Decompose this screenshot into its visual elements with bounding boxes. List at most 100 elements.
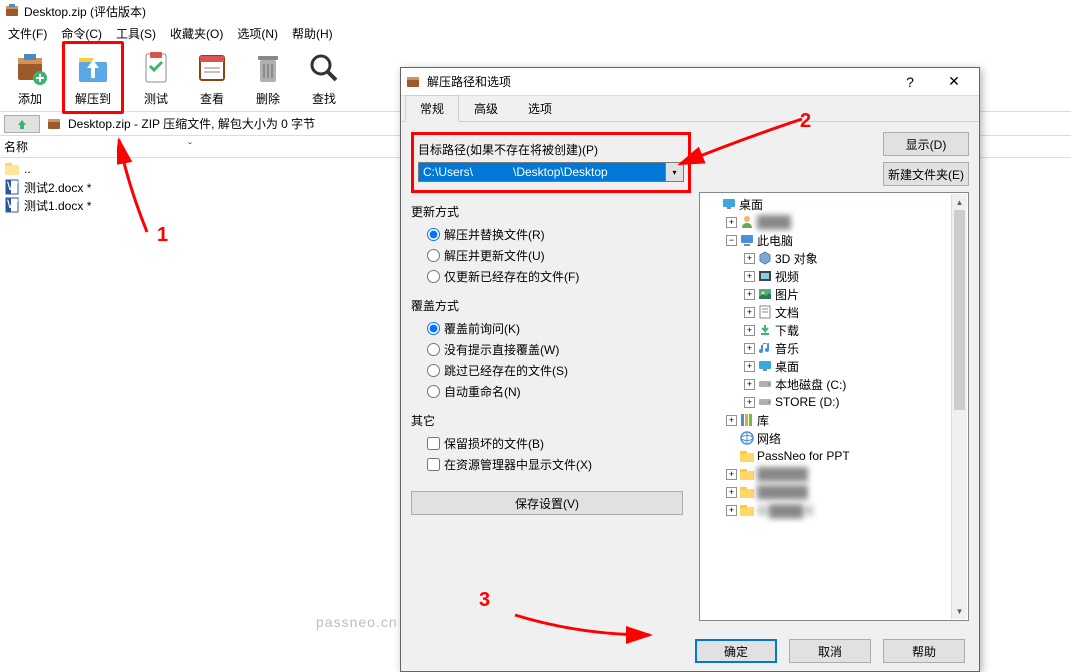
scroll-thumb[interactable] bbox=[954, 210, 965, 410]
add-icon bbox=[10, 48, 50, 88]
overwrite-mode-group: 覆盖方式 覆盖前询问(K) 没有提示直接覆盖(W) 跳过已经存在的文件(S) 自… bbox=[411, 297, 691, 402]
dialog-title-bar: 解压路径和选项 ? ✕ bbox=[401, 68, 979, 96]
path-dropdown-button[interactable]: ▾ bbox=[666, 162, 684, 182]
tree-label: 下载 bbox=[775, 322, 799, 339]
tree-node[interactable]: +STORE (D:) bbox=[702, 393, 966, 411]
tree-node[interactable]: +████ bbox=[702, 213, 966, 231]
tree-node[interactable]: + 音乐 bbox=[702, 339, 966, 357]
tree-expander[interactable]: − bbox=[726, 235, 737, 246]
save-settings-button[interactable]: 保存设置(V) bbox=[411, 491, 683, 515]
3d-icon bbox=[757, 250, 773, 266]
tree-expander[interactable]: + bbox=[744, 379, 755, 390]
tree-label: 本地磁盘 (C:) bbox=[775, 376, 846, 393]
tree-expander[interactable]: + bbox=[744, 397, 755, 408]
tree-expander[interactable]: + bbox=[744, 325, 755, 336]
view-button[interactable]: 查看 bbox=[188, 46, 236, 109]
overwrite-opt-skip[interactable]: 跳过已经存在的文件(S) bbox=[411, 360, 691, 381]
tree-node[interactable]: + 下载 bbox=[702, 321, 966, 339]
tree-node[interactable]: −此电脑 bbox=[702, 231, 966, 249]
tree-node[interactable]: + 本地磁盘 (C:) bbox=[702, 375, 966, 393]
tree-label: ██████ bbox=[757, 485, 808, 499]
tree-node[interactable]: +文档 bbox=[702, 303, 966, 321]
tree-expander[interactable]: + bbox=[744, 307, 755, 318]
tree-label: 图片 bbox=[775, 286, 799, 303]
dialog-footer: 确定 取消 帮助 bbox=[401, 631, 979, 671]
tree-node[interactable]: +██████ bbox=[702, 465, 966, 483]
tree-expander[interactable]: + bbox=[726, 217, 737, 228]
overwrite-opt-rename[interactable]: 自动重命名(N) bbox=[411, 381, 691, 402]
update-mode-group: 更新方式 解压并替换文件(R) 解压并更新文件(U) 仅更新已经存在的文件(F) bbox=[411, 203, 691, 287]
tree-label: 网络 bbox=[757, 430, 781, 447]
tree-node[interactable]: PassNeo for PPT bbox=[702, 447, 966, 465]
menu-favorites[interactable]: 收藏夹(O) bbox=[164, 23, 229, 44]
svg-text:W: W bbox=[7, 179, 19, 193]
tab-general[interactable]: 常规 bbox=[405, 95, 459, 122]
tree-expander[interactable]: + bbox=[726, 415, 737, 426]
menu-options[interactable]: 选项(N) bbox=[231, 23, 284, 44]
tree-scrollbar[interactable]: ▲ ▼ bbox=[951, 194, 967, 619]
extract-to-button[interactable]: 解压到 bbox=[62, 41, 124, 114]
overwrite-opt-silent[interactable]: 没有提示直接覆盖(W) bbox=[411, 339, 691, 360]
dialog-body: 目标路径(如果不存在将被创建)(P) ▾ 更新方式 解压并替换文件(R) 解压并… bbox=[401, 122, 979, 631]
annotation-number-2: 2 bbox=[800, 110, 811, 133]
zip-icon bbox=[46, 116, 62, 132]
tree-node[interactable]: + 图片 bbox=[702, 285, 966, 303]
menu-bar: 文件(F) 命令(C) 工具(S) 收藏夹(O) 选项(N) 帮助(H) bbox=[0, 22, 1071, 44]
display-button[interactable]: 显示(D) bbox=[883, 132, 969, 156]
misc-opt-showexplorer[interactable]: 在资源管理器中显示文件(X) bbox=[411, 454, 691, 475]
tree-expander[interactable]: + bbox=[744, 253, 755, 264]
path-combo: ▾ bbox=[418, 162, 684, 182]
tree-expander[interactable]: + bbox=[744, 343, 755, 354]
find-button[interactable]: 查找 bbox=[300, 46, 348, 109]
tab-advanced[interactable]: 高级 bbox=[459, 95, 513, 121]
help-button[interactable]: 帮助 bbox=[883, 639, 965, 663]
tree-node[interactable]: + 新████夹 bbox=[702, 501, 966, 519]
tree-expander[interactable]: + bbox=[744, 361, 755, 372]
tree-expander[interactable]: + bbox=[726, 469, 737, 480]
lib-icon bbox=[739, 412, 755, 428]
folder-tree[interactable]: 桌面+████−此电脑+3D 对象+视频+图片+文档+下载+音乐+桌面+本地磁盘… bbox=[699, 192, 969, 621]
folder-icon bbox=[739, 502, 755, 518]
watermark: passneo.cn bbox=[316, 614, 398, 630]
dialog-close-button[interactable]: ✕ bbox=[933, 70, 975, 94]
update-opt-freshen[interactable]: 仅更新已经存在的文件(F) bbox=[411, 266, 691, 287]
update-title: 更新方式 bbox=[411, 203, 691, 220]
tree-label: 新████夹 bbox=[757, 502, 815, 519]
misc-opt-keepbroken[interactable]: 保留损坏的文件(B) bbox=[411, 433, 691, 454]
menu-help[interactable]: 帮助(H) bbox=[286, 23, 339, 44]
tree-expander[interactable]: + bbox=[744, 271, 755, 282]
up-button[interactable] bbox=[4, 115, 40, 133]
tree-node[interactable]: 桌面 bbox=[702, 195, 966, 213]
tree-expander[interactable]: + bbox=[726, 505, 737, 516]
doc-icon bbox=[757, 304, 773, 320]
svg-text:W: W bbox=[7, 197, 19, 211]
scroll-down-icon[interactable]: ▼ bbox=[952, 603, 967, 619]
tree-node[interactable]: 网络 bbox=[702, 429, 966, 447]
annotation-number-1: 1 bbox=[157, 224, 168, 247]
destination-path-input[interactable] bbox=[418, 162, 666, 182]
cancel-button[interactable]: 取消 bbox=[789, 639, 871, 663]
ok-button[interactable]: 确定 bbox=[695, 639, 777, 663]
scroll-up-icon[interactable]: ▲ bbox=[952, 194, 967, 210]
menu-file[interactable]: 文件(F) bbox=[2, 23, 53, 44]
tree-node[interactable]: +3D 对象 bbox=[702, 249, 966, 267]
dialog-help-button[interactable]: ? bbox=[889, 70, 931, 94]
update-opt-update[interactable]: 解压并更新文件(U) bbox=[411, 245, 691, 266]
tree-expander[interactable]: + bbox=[744, 289, 755, 300]
tree-label: 音乐 bbox=[775, 340, 799, 357]
new-folder-button[interactable]: 新建文件夹(E) bbox=[883, 162, 969, 186]
update-opt-replace[interactable]: 解压并替换文件(R) bbox=[411, 224, 691, 245]
add-button[interactable]: 添加 bbox=[6, 46, 54, 109]
find-icon bbox=[304, 48, 344, 88]
test-button[interactable]: 测试 bbox=[132, 46, 180, 109]
delete-button[interactable]: 删除 bbox=[244, 46, 292, 109]
tree-expander[interactable]: + bbox=[726, 487, 737, 498]
tree-node[interactable]: +视频 bbox=[702, 267, 966, 285]
tree-node[interactable]: + ██████ bbox=[702, 483, 966, 501]
tree-node[interactable]: +库 bbox=[702, 411, 966, 429]
tree-node[interactable]: +桌面 bbox=[702, 357, 966, 375]
misc-group: 其它 保留损坏的文件(B) 在资源管理器中显示文件(X) bbox=[411, 412, 691, 475]
tab-options[interactable]: 选项 bbox=[513, 95, 567, 121]
music-icon bbox=[757, 340, 773, 356]
overwrite-opt-ask[interactable]: 覆盖前询问(K) bbox=[411, 318, 691, 339]
